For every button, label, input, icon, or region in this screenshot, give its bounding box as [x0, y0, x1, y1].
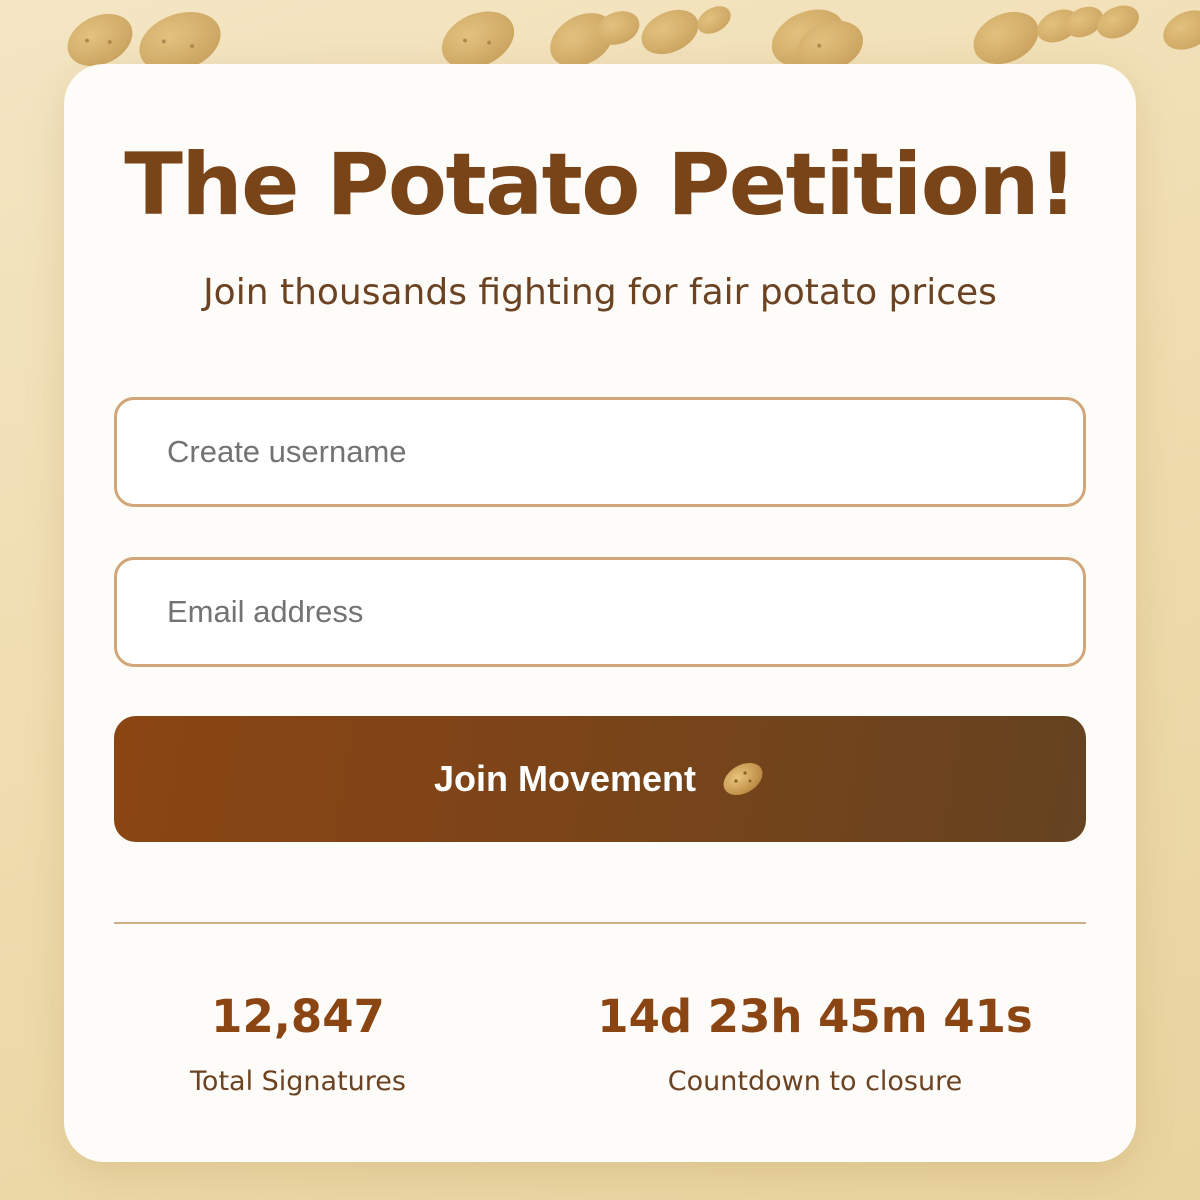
- page-title: The Potato Petition!: [124, 135, 1077, 235]
- email-input[interactable]: [114, 557, 1086, 667]
- page-subtitle: Join thousands fighting for fair potato …: [203, 272, 997, 313]
- potato-icon: [1097, 5, 1139, 39]
- join-movement-label: Join Movement: [433, 758, 697, 799]
- potato-icon: [1163, 10, 1200, 50]
- signatures-label: Total Signatures: [190, 1066, 406, 1097]
- petition-card: The Potato Petition! Join thousands figh…: [64, 64, 1136, 1162]
- potato-icon: [697, 6, 731, 34]
- join-movement-button[interactable]: Join Movement: [114, 716, 1086, 842]
- countdown-timer: 14d 23h 45m 41s: [597, 990, 1033, 1043]
- potato-icon: [723, 762, 763, 796]
- countdown-label: Countdown to closure: [667, 1066, 963, 1097]
- signatures-count: 12,847: [211, 990, 385, 1043]
- potato-icon: [641, 9, 699, 55]
- countdown-stat: 14d 23h 45m 41s Countdown to closure: [584, 984, 1046, 1100]
- divider: [114, 922, 1086, 924]
- username-input[interactable]: [114, 397, 1086, 507]
- signatures-stat: 12,847 Total Signatures: [142, 984, 454, 1100]
